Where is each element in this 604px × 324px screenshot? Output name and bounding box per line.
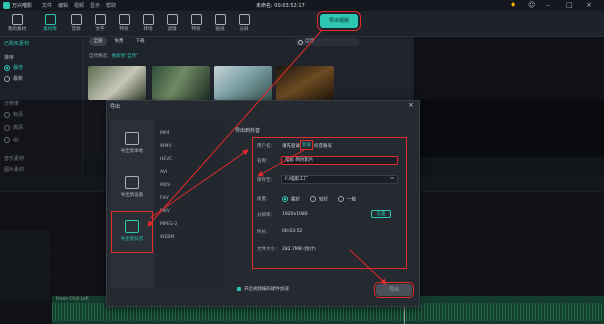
name-input[interactable]: 喵影 简约影片 (281, 156, 398, 165)
format-avi[interactable]: AVI (160, 170, 167, 175)
size-label: 文件大小： (257, 247, 280, 252)
menu-help[interactable]: 帮助 (106, 2, 116, 9)
account-label: 用户名： (257, 144, 275, 149)
music-icon (70, 14, 82, 25)
app-name: 万兴喵影 (12, 3, 33, 9)
effects-icon (118, 14, 130, 25)
account-tail: 抖音账号 (314, 144, 332, 149)
tab-stock-media[interactable]: 素材库 (39, 12, 61, 34)
settings-button[interactable]: 设置 (371, 210, 391, 218)
media-thumbnail[interactable] (88, 66, 146, 100)
transition-icon (142, 14, 154, 25)
media-thumbnail[interactable] (152, 66, 210, 100)
quality-normal[interactable]: 一般 (338, 196, 356, 203)
menu-view[interactable]: 显示 (90, 2, 100, 9)
media-thumbnail[interactable] (276, 66, 334, 100)
saveto-input[interactable]: F:/喵影工厂 (281, 175, 398, 184)
tab-stickers[interactable]: 贴纸 (209, 12, 231, 34)
radio-off-icon (310, 196, 316, 202)
sticker-icon (214, 14, 226, 25)
sort-label: 排序 (4, 55, 15, 61)
text-icon (94, 14, 106, 25)
format-mkv[interactable]: MKV (160, 209, 170, 214)
account-status: 请先登录 (282, 144, 300, 149)
format-f4v[interactable]: F4V (160, 196, 169, 201)
close-window-icon[interactable]: × (586, 1, 592, 9)
search-input[interactable]: 自然 (295, 38, 359, 46)
export-button[interactable]: 导出 (374, 282, 414, 298)
tab-effects[interactable]: 特效 (113, 12, 135, 34)
tab-split-screen[interactable]: 分屏 (233, 12, 255, 34)
search-icon (298, 40, 303, 45)
tree-purchased[interactable]: 已购买素材 (4, 40, 29, 47)
filter-downloaded[interactable]: 下载 (131, 37, 149, 46)
radio-off-icon (338, 196, 344, 202)
app-logo-icon (3, 2, 10, 9)
dest-local[interactable]: 导出到本地 (112, 124, 152, 164)
quality-best[interactable]: 最好 (282, 196, 300, 203)
close-icon[interactable]: × (408, 101, 414, 109)
gift-icon[interactable]: ♦ (510, 1, 516, 9)
radio-on-icon (4, 64, 10, 71)
saveto-label: 保存至： (257, 178, 275, 183)
menu-video[interactable]: 视频 (74, 2, 84, 9)
douyin-icon (125, 220, 139, 233)
account-icon[interactable]: ☺ (528, 1, 535, 9)
tab-audio[interactable]: 音频 (65, 12, 87, 34)
format-webm[interactable]: WEBM (160, 235, 174, 240)
format-wmv[interactable]: WMV (160, 144, 171, 149)
tab-effects-2[interactable]: 特效 (185, 12, 207, 34)
format-mp4[interactable]: MP4 (160, 131, 169, 136)
format-mov[interactable]: MOV (160, 183, 170, 188)
section-title: 导出到抖音 (235, 128, 261, 134)
dest-douyin[interactable]: 导出到抖音 (111, 211, 153, 253)
split-screen-icon (238, 14, 250, 25)
name-label: 名称： (257, 159, 271, 164)
tab-filters[interactable]: 滤镜 (161, 12, 183, 34)
minimize-icon[interactable]: – (546, 1, 550, 9)
duration-label: 时长： (257, 230, 271, 235)
sort-best[interactable]: 最佳 (4, 64, 23, 71)
filter-free[interactable]: 免费 (110, 37, 128, 46)
export-video-button[interactable]: 导出视频 (317, 11, 361, 31)
resolution-label: 分辨率： (257, 213, 275, 218)
folder-icon (11, 14, 23, 25)
dialog-title: 导出 (110, 104, 121, 110)
radio-on-icon (282, 196, 288, 202)
menu-file[interactable]: 文件 (42, 2, 52, 9)
radio-off-icon (4, 75, 10, 82)
tab-my-media[interactable]: 我的素材 (6, 12, 28, 34)
duration-value: 00:03:52 (282, 229, 303, 234)
device-icon (125, 176, 139, 189)
search-result-line: 自然精选：搜索到"自然" (89, 54, 139, 59)
login-link[interactable]: 登录 (300, 140, 313, 150)
computer-icon (125, 132, 139, 145)
hw-accel-checkbox[interactable]: 开启视频编码硬件加速 (237, 286, 289, 292)
format-hevc[interactable]: HEVC (160, 157, 172, 162)
size-value: 282.7MB (估计) (282, 247, 316, 252)
filter-icon (166, 14, 178, 25)
sparkle-icon (190, 14, 202, 25)
maximize-icon[interactable]: □ (566, 1, 573, 9)
format-mpeg2[interactable]: MPEG-2 (160, 222, 177, 227)
resolution-value: 1920x1080 (282, 212, 308, 217)
quality-good[interactable]: 较好 (310, 196, 328, 203)
dest-device[interactable]: 导出到设备 (112, 168, 152, 208)
tab-transitions[interactable]: 转场 (137, 12, 159, 34)
media-thumbnail[interactable] (214, 66, 272, 100)
sort-newest[interactable]: 最新 (4, 75, 23, 82)
stock-icon (44, 14, 56, 25)
tab-titles[interactable]: 文字 (89, 12, 111, 34)
checkbox-checked-icon (237, 286, 241, 291)
project-title: 未命名: 00:03:52:17 (256, 3, 305, 9)
filter-all[interactable]: 全部 (89, 37, 107, 46)
quality-label: 质量： (257, 197, 271, 202)
menu-edit[interactable]: 编辑 (58, 2, 68, 9)
folder-icon[interactable]: ▭ (390, 176, 394, 181)
